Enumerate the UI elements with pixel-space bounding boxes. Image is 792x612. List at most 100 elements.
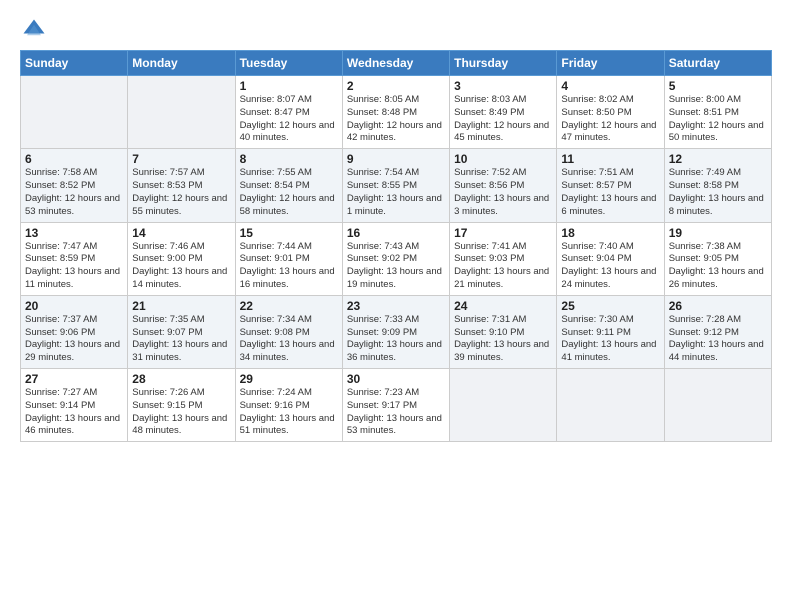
day-number: 21 (132, 299, 230, 313)
day-number: 30 (347, 372, 445, 386)
col-header-friday: Friday (557, 51, 664, 76)
calendar-cell: 11Sunrise: 7:51 AMSunset: 8:57 PMDayligh… (557, 149, 664, 222)
day-info: Sunrise: 7:35 AMSunset: 9:07 PMDaylight:… (132, 314, 230, 365)
calendar-cell: 12Sunrise: 7:49 AMSunset: 8:58 PMDayligh… (664, 149, 771, 222)
day-number: 19 (669, 226, 767, 240)
day-number: 9 (347, 152, 445, 166)
calendar-cell (664, 369, 771, 442)
day-number: 4 (561, 79, 659, 93)
day-info: Sunrise: 7:46 AMSunset: 9:00 PMDaylight:… (132, 241, 230, 292)
day-number: 22 (240, 299, 338, 313)
calendar-cell: 18Sunrise: 7:40 AMSunset: 9:04 PMDayligh… (557, 222, 664, 295)
logo-icon (20, 16, 48, 44)
day-number: 23 (347, 299, 445, 313)
header (20, 16, 772, 44)
day-number: 18 (561, 226, 659, 240)
calendar-cell: 8Sunrise: 7:55 AMSunset: 8:54 PMDaylight… (235, 149, 342, 222)
calendar-cell: 24Sunrise: 7:31 AMSunset: 9:10 PMDayligh… (450, 295, 557, 368)
day-number: 12 (669, 152, 767, 166)
day-info: Sunrise: 7:58 AMSunset: 8:52 PMDaylight:… (25, 167, 123, 218)
day-number: 29 (240, 372, 338, 386)
day-number: 1 (240, 79, 338, 93)
day-number: 26 (669, 299, 767, 313)
day-number: 10 (454, 152, 552, 166)
col-header-wednesday: Wednesday (342, 51, 449, 76)
day-info: Sunrise: 7:38 AMSunset: 9:05 PMDaylight:… (669, 241, 767, 292)
calendar-cell: 28Sunrise: 7:26 AMSunset: 9:15 PMDayligh… (128, 369, 235, 442)
col-header-sunday: Sunday (21, 51, 128, 76)
day-info: Sunrise: 8:05 AMSunset: 8:48 PMDaylight:… (347, 94, 445, 145)
day-number: 14 (132, 226, 230, 240)
day-info: Sunrise: 7:30 AMSunset: 9:11 PMDaylight:… (561, 314, 659, 365)
calendar-week-3: 13Sunrise: 7:47 AMSunset: 8:59 PMDayligh… (21, 222, 772, 295)
calendar-cell (21, 76, 128, 149)
calendar-cell: 30Sunrise: 7:23 AMSunset: 9:17 PMDayligh… (342, 369, 449, 442)
day-info: Sunrise: 8:07 AMSunset: 8:47 PMDaylight:… (240, 94, 338, 145)
day-info: Sunrise: 7:34 AMSunset: 9:08 PMDaylight:… (240, 314, 338, 365)
day-info: Sunrise: 7:41 AMSunset: 9:03 PMDaylight:… (454, 241, 552, 292)
day-info: Sunrise: 7:55 AMSunset: 8:54 PMDaylight:… (240, 167, 338, 218)
col-header-tuesday: Tuesday (235, 51, 342, 76)
day-info: Sunrise: 7:27 AMSunset: 9:14 PMDaylight:… (25, 387, 123, 438)
logo (20, 16, 52, 44)
calendar-cell: 13Sunrise: 7:47 AMSunset: 8:59 PMDayligh… (21, 222, 128, 295)
day-info: Sunrise: 7:49 AMSunset: 8:58 PMDaylight:… (669, 167, 767, 218)
day-number: 20 (25, 299, 123, 313)
day-number: 15 (240, 226, 338, 240)
day-info: Sunrise: 8:02 AMSunset: 8:50 PMDaylight:… (561, 94, 659, 145)
day-number: 6 (25, 152, 123, 166)
day-number: 3 (454, 79, 552, 93)
calendar-cell: 5Sunrise: 8:00 AMSunset: 8:51 PMDaylight… (664, 76, 771, 149)
calendar-table: SundayMondayTuesdayWednesdayThursdayFrid… (20, 50, 772, 442)
day-info: Sunrise: 7:26 AMSunset: 9:15 PMDaylight:… (132, 387, 230, 438)
day-number: 8 (240, 152, 338, 166)
day-info: Sunrise: 7:28 AMSunset: 9:12 PMDaylight:… (669, 314, 767, 365)
calendar-cell: 15Sunrise: 7:44 AMSunset: 9:01 PMDayligh… (235, 222, 342, 295)
calendar-cell: 9Sunrise: 7:54 AMSunset: 8:55 PMDaylight… (342, 149, 449, 222)
calendar-cell: 7Sunrise: 7:57 AMSunset: 8:53 PMDaylight… (128, 149, 235, 222)
calendar-cell: 4Sunrise: 8:02 AMSunset: 8:50 PMDaylight… (557, 76, 664, 149)
day-info: Sunrise: 7:54 AMSunset: 8:55 PMDaylight:… (347, 167, 445, 218)
day-number: 11 (561, 152, 659, 166)
day-info: Sunrise: 7:57 AMSunset: 8:53 PMDaylight:… (132, 167, 230, 218)
day-info: Sunrise: 7:44 AMSunset: 9:01 PMDaylight:… (240, 241, 338, 292)
day-info: Sunrise: 7:47 AMSunset: 8:59 PMDaylight:… (25, 241, 123, 292)
calendar-cell: 16Sunrise: 7:43 AMSunset: 9:02 PMDayligh… (342, 222, 449, 295)
day-number: 2 (347, 79, 445, 93)
calendar-cell: 23Sunrise: 7:33 AMSunset: 9:09 PMDayligh… (342, 295, 449, 368)
calendar-cell: 20Sunrise: 7:37 AMSunset: 9:06 PMDayligh… (21, 295, 128, 368)
calendar-cell: 29Sunrise: 7:24 AMSunset: 9:16 PMDayligh… (235, 369, 342, 442)
calendar-cell: 1Sunrise: 8:07 AMSunset: 8:47 PMDaylight… (235, 76, 342, 149)
page: SundayMondayTuesdayWednesdayThursdayFrid… (0, 0, 792, 612)
calendar-cell: 3Sunrise: 8:03 AMSunset: 8:49 PMDaylight… (450, 76, 557, 149)
calendar-cell: 25Sunrise: 7:30 AMSunset: 9:11 PMDayligh… (557, 295, 664, 368)
day-info: Sunrise: 8:00 AMSunset: 8:51 PMDaylight:… (669, 94, 767, 145)
col-header-saturday: Saturday (664, 51, 771, 76)
day-number: 24 (454, 299, 552, 313)
calendar-week-1: 1Sunrise: 8:07 AMSunset: 8:47 PMDaylight… (21, 76, 772, 149)
day-info: Sunrise: 7:40 AMSunset: 9:04 PMDaylight:… (561, 241, 659, 292)
day-info: Sunrise: 7:51 AMSunset: 8:57 PMDaylight:… (561, 167, 659, 218)
calendar-cell: 14Sunrise: 7:46 AMSunset: 9:00 PMDayligh… (128, 222, 235, 295)
day-number: 25 (561, 299, 659, 313)
day-number: 27 (25, 372, 123, 386)
calendar-week-5: 27Sunrise: 7:27 AMSunset: 9:14 PMDayligh… (21, 369, 772, 442)
day-number: 28 (132, 372, 230, 386)
calendar-cell (128, 76, 235, 149)
calendar-header-row: SundayMondayTuesdayWednesdayThursdayFrid… (21, 51, 772, 76)
day-info: Sunrise: 7:31 AMSunset: 9:10 PMDaylight:… (454, 314, 552, 365)
day-number: 5 (669, 79, 767, 93)
day-info: Sunrise: 7:43 AMSunset: 9:02 PMDaylight:… (347, 241, 445, 292)
day-info: Sunrise: 8:03 AMSunset: 8:49 PMDaylight:… (454, 94, 552, 145)
calendar-cell: 17Sunrise: 7:41 AMSunset: 9:03 PMDayligh… (450, 222, 557, 295)
day-number: 17 (454, 226, 552, 240)
day-number: 7 (132, 152, 230, 166)
calendar-week-2: 6Sunrise: 7:58 AMSunset: 8:52 PMDaylight… (21, 149, 772, 222)
day-info: Sunrise: 7:23 AMSunset: 9:17 PMDaylight:… (347, 387, 445, 438)
calendar-cell: 19Sunrise: 7:38 AMSunset: 9:05 PMDayligh… (664, 222, 771, 295)
calendar-cell: 6Sunrise: 7:58 AMSunset: 8:52 PMDaylight… (21, 149, 128, 222)
calendar-cell: 21Sunrise: 7:35 AMSunset: 9:07 PMDayligh… (128, 295, 235, 368)
day-number: 13 (25, 226, 123, 240)
calendar-cell: 22Sunrise: 7:34 AMSunset: 9:08 PMDayligh… (235, 295, 342, 368)
day-info: Sunrise: 7:33 AMSunset: 9:09 PMDaylight:… (347, 314, 445, 365)
